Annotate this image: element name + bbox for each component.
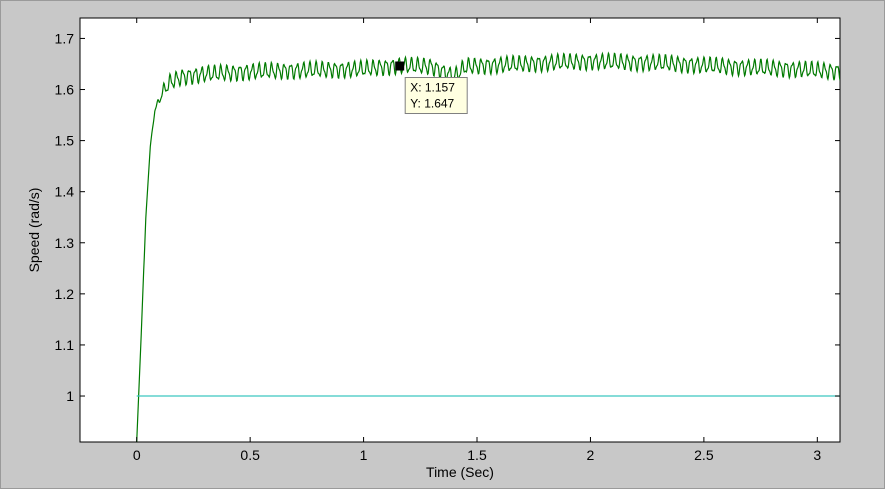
datatip-x-text: X: 1.157 (410, 81, 455, 95)
figure-window: 0 0.5 1 1.5 2 2.5 3 1 1.1 1.2 1.3 1.4 1.5 1.6 1.7 Time… (0, 0, 885, 489)
y-tick-label: 1.5 (55, 133, 75, 149)
x-tick-label: 3 (813, 447, 821, 463)
y-tick-label: 1.7 (55, 30, 75, 46)
y-tick-label: 1.1 (55, 337, 75, 353)
y-tick-label: 1 (66, 388, 74, 404)
y-tick-label: 1.6 (55, 82, 75, 98)
y-tick-label: 1.2 (55, 286, 75, 302)
datatip-marker[interactable] (395, 61, 405, 71)
y-tick-label: 1.3 (55, 235, 75, 251)
x-axis-label: Time (Sec) (426, 464, 494, 480)
x-tick-label: 2.5 (694, 447, 714, 463)
y-axis-label: Speed (rad/s) (26, 188, 42, 273)
chart-svg: 0 0.5 1 1.5 2 2.5 3 1 1.1 1.2 1.3 1.4 1.5 1.6 1.7 Time… (26, 17, 841, 480)
x-tick-label: 1 (360, 447, 368, 463)
x-tick-label: 1.5 (467, 447, 487, 463)
x-tick-label: 0.5 (240, 447, 260, 463)
x-tick-label: 2 (587, 447, 595, 463)
datatip-y-text: Y: 1.647 (410, 97, 454, 111)
x-tick-label: 0 (133, 447, 141, 463)
y-tick-label: 1.4 (55, 184, 75, 200)
